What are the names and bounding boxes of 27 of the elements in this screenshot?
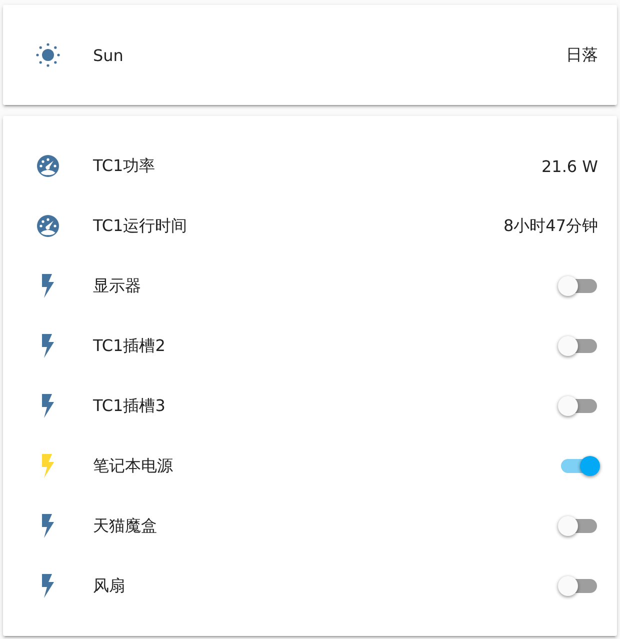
entity-name: 风扇 (93, 576, 126, 596)
entity-name: TC1运行时间 (93, 216, 188, 236)
toggle-switch[interactable] (561, 459, 597, 473)
entity-name: 天猫魔盒 (93, 516, 158, 536)
toggle-switch[interactable] (561, 399, 597, 413)
lightning-icon (41, 574, 55, 598)
gauge-icon (36, 214, 60, 238)
lightning-icon (41, 274, 55, 298)
lightning-icon (41, 394, 55, 418)
toggle-switch[interactable] (561, 579, 597, 593)
entity-name: 笔记本电源 (93, 456, 174, 476)
state-value: 8小时47分钟 (503, 216, 598, 236)
state-value: 21.6 W (541, 156, 598, 176)
entity-name: 显示器 (93, 276, 142, 296)
gauge-icon (36, 154, 60, 178)
entity-name: TC1插槽3 (93, 396, 166, 416)
toggle-switch[interactable] (561, 519, 597, 533)
entity-name: TC1功率 (93, 156, 156, 176)
entity-name: TC1插槽2 (93, 336, 166, 356)
sun-icon (35, 42, 61, 68)
toggle-switch[interactable] (561, 339, 597, 353)
toggle-switch[interactable] (561, 279, 597, 293)
lightning-icon (41, 514, 55, 538)
lightning-icon (41, 334, 55, 358)
state-value: 日落 (566, 44, 598, 66)
entity-name: Sun (93, 46, 124, 64)
lightning-icon (41, 454, 55, 478)
